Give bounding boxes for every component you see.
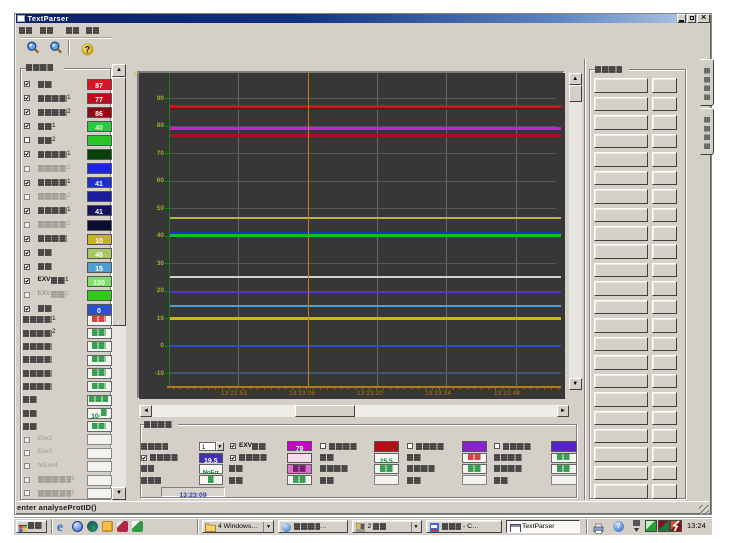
svg-text:?: ? bbox=[85, 44, 91, 54]
